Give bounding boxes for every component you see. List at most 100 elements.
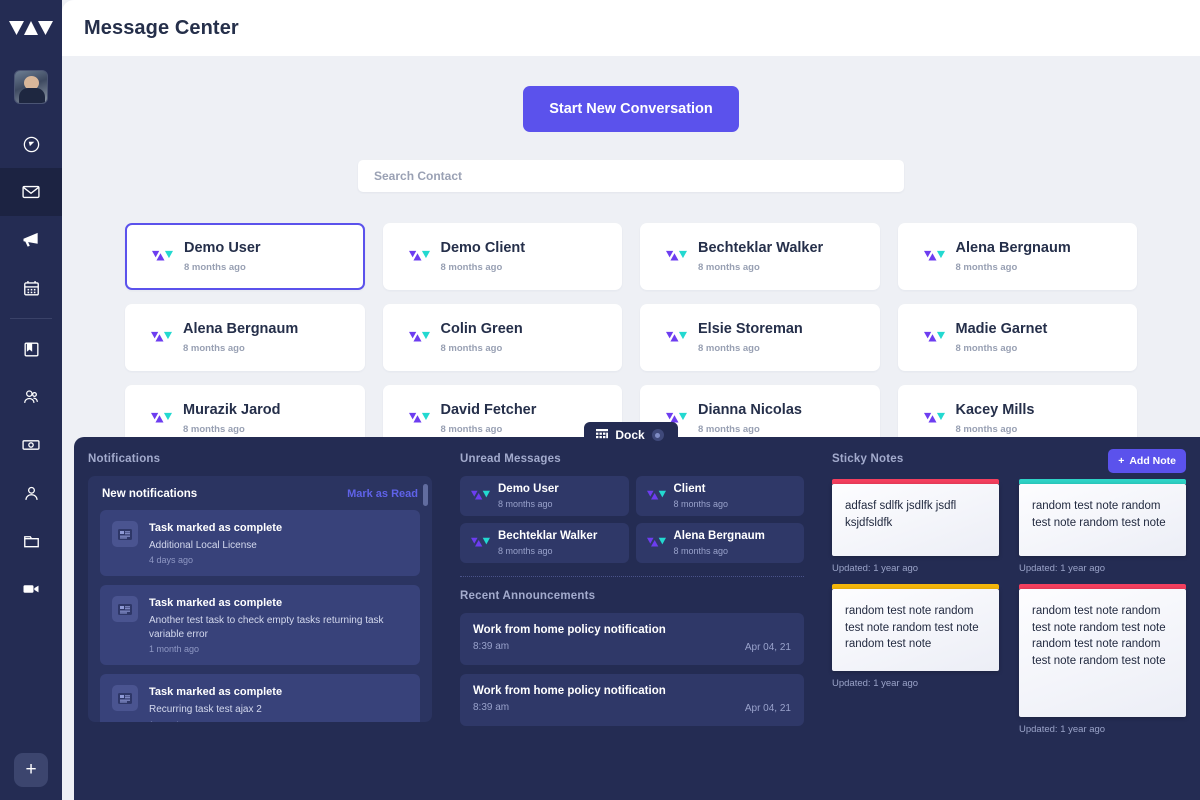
sticky-note-wrapper: adfasf sdlfk jsdlfk jsdfl ksjdfsldfk Upda… — [832, 479, 999, 574]
new-notifications-label: New notifications — [102, 488, 198, 500]
contact-time: 8 months ago — [698, 342, 760, 354]
notifications-scrollbar[interactable] — [423, 484, 428, 506]
dock-tab-row: Dock — [62, 422, 1200, 449]
contact-card[interactable]: Madie Garnet 8 months ago — [897, 304, 1137, 371]
contact-card[interactable]: Bechteklar Walker 8 months ago — [640, 223, 880, 290]
contact-card[interactable]: Demo Client 8 months ago — [382, 223, 622, 290]
content-area: Message Center Start New Conversation De… — [62, 0, 1200, 800]
contacts-grid: Demo User 8 months ago Demo Client 8 months… — [125, 223, 1137, 452]
contact-time: 8 months ago — [440, 342, 503, 354]
sticky-note-wrapper: random test note random test note random… — [832, 584, 999, 735]
contact-name: Madie Garnet — [955, 321, 1048, 338]
notification-title: Task marked as complete — [149, 686, 283, 699]
notification-item[interactable]: Task marked as complete Another test task… — [100, 585, 420, 666]
company-logo[interactable] — [0, 0, 62, 56]
sidebar-item-calendar[interactable] — [0, 264, 62, 312]
sticky-note[interactable]: adfasf sdlfk jsdlfk jsdfl ksjdfsldfk — [832, 484, 999, 556]
sticky-note-text: random test note random test note random… — [845, 605, 979, 651]
sidebar-item-compass[interactable] — [0, 120, 62, 168]
sticky-note-updated: Updated: 1 year ago — [1019, 563, 1106, 574]
notifications-list: Task marked as complete Additional Local … — [100, 510, 420, 722]
announcement-card[interactable]: Work from home policy notification 8:39 a… — [460, 613, 804, 665]
sticky-note[interactable]: random test note random test note random… — [1019, 589, 1186, 717]
recent-announcements-title: Recent Announcements — [460, 590, 596, 602]
money-icon — [22, 440, 40, 450]
envelope-icon — [22, 185, 40, 199]
sidebar-item-messages[interactable] — [0, 168, 62, 216]
start-new-conversation-button[interactable]: Start New Conversation — [523, 86, 739, 132]
messages-column: Unread Messages Demo User 8 months ago Cli… — [446, 453, 818, 800]
sidebar-item-projects[interactable] — [0, 517, 62, 565]
announcement-card[interactable]: Work from home policy notification 8:39 a… — [460, 674, 804, 726]
sidebar: + — [0, 0, 62, 800]
message-time: 8 months ago — [498, 545, 553, 556]
notification-item[interactable]: Task marked as complete Additional Local … — [100, 510, 420, 577]
unread-message-card[interactable]: Bechteklar Walker 8 months ago — [460, 523, 629, 563]
mark-as-read-link[interactable]: Mark as Read — [347, 488, 418, 500]
notifications-column: Notifications New notifications Mark as … — [74, 453, 446, 800]
unread-message-card[interactable]: Client 8 months ago — [635, 476, 804, 516]
contact-logo-icon — [923, 331, 945, 342]
sidebar-item-profile[interactable] — [0, 469, 62, 517]
unread-message-card[interactable]: Alena Bergnaum 8 months ago — [635, 523, 804, 563]
message-time: 8 months ago — [673, 498, 729, 509]
user-avatar[interactable] — [14, 70, 48, 104]
contact-logo-icon — [408, 331, 430, 342]
contact-time: 8 months ago — [698, 261, 760, 273]
sticky-note[interactable]: random test note random test note random… — [832, 589, 999, 671]
calendar-icon — [23, 280, 39, 296]
notification-item[interactable]: Task marked as complete Recurring task te… — [100, 674, 420, 722]
contact-card[interactable]: Alena Bergnaum 8 months ago — [897, 223, 1137, 290]
contact-card[interactable]: Elsie Storeman 8 months ago — [640, 304, 880, 371]
notification-card-icon — [112, 685, 138, 712]
search-input[interactable] — [358, 160, 904, 192]
contact-logo-icon — [923, 250, 945, 261]
notification-time: 1 month ago — [149, 644, 200, 655]
notification-card-icon — [112, 521, 138, 547]
notification-detail: Another test task to check empty tasks r… — [149, 615, 384, 640]
sidebar-item-teams[interactable] — [0, 373, 62, 421]
sticky-note-updated: Updated: 1 year ago — [832, 678, 919, 689]
contact-time: 8 months ago — [183, 342, 245, 354]
sticky-note-wrapper: random test note random test note random… — [1019, 479, 1186, 574]
sidebar-item-payments[interactable] — [0, 421, 62, 469]
contact-logo-icon — [646, 537, 666, 547]
sidebar-item-knowledge[interactable] — [0, 325, 62, 373]
contact-logo-icon — [151, 331, 172, 342]
contact-card[interactable]: Colin Green 8 months ago — [382, 304, 622, 371]
contact-name: Colin Green — [440, 321, 523, 338]
sticky-notes-column: Sticky Notes + Add Note adfasf sdlfk jsd… — [818, 449, 1200, 800]
unread-message-card[interactable]: Demo User 8 months ago — [460, 476, 629, 516]
add-note-label: Add Note — [1129, 455, 1176, 467]
contact-name: Alena Bergnaum — [183, 321, 299, 338]
book-icon — [23, 341, 39, 357]
plus-icon: + — [1118, 455, 1125, 467]
contact-time: 8 months ago — [184, 261, 246, 273]
announcement-date: Apr 04, 21 — [744, 703, 791, 714]
contact-logo-icon — [408, 250, 430, 261]
contact-time: 8 months ago — [955, 342, 1018, 354]
sidebar-item-announcements[interactable] — [0, 216, 62, 264]
grid-icon — [596, 429, 609, 439]
announcement-time: 8:39 am — [473, 641, 510, 652]
contact-name: Elsie Storeman — [698, 321, 803, 338]
sticky-note-text: adfasf sdlfk jsdlfk jsdfl ksjdfsldfk — [845, 500, 957, 529]
sticky-note-updated: Updated: 1 year ago — [832, 563, 919, 574]
contact-name: Demo Client — [440, 240, 526, 257]
contact-logo-icon — [666, 331, 687, 342]
add-note-button[interactable]: + Add Note — [1108, 449, 1186, 473]
dock-status-indicator[interactable] — [651, 429, 664, 441]
notifications-header: New notifications Mark as Read — [100, 488, 420, 510]
sticky-note[interactable]: random test note random test note random… — [1019, 484, 1186, 556]
contact-logo-icon — [471, 490, 490, 500]
sidebar-item-meetings[interactable] — [0, 565, 62, 613]
add-button[interactable]: + — [14, 753, 48, 787]
message-contact-name: Client — [673, 483, 706, 496]
contact-name: Murazik Jarod — [183, 402, 281, 419]
contact-name: Dianna Nicolas — [698, 402, 802, 419]
video-icon — [23, 585, 39, 593]
notification-detail: Additional Local License — [149, 539, 257, 551]
dock-tab[interactable]: Dock — [584, 422, 678, 449]
contact-card[interactable]: Demo User 8 months ago — [125, 223, 365, 290]
contact-card[interactable]: Alena Bergnaum 8 months ago — [125, 304, 365, 371]
